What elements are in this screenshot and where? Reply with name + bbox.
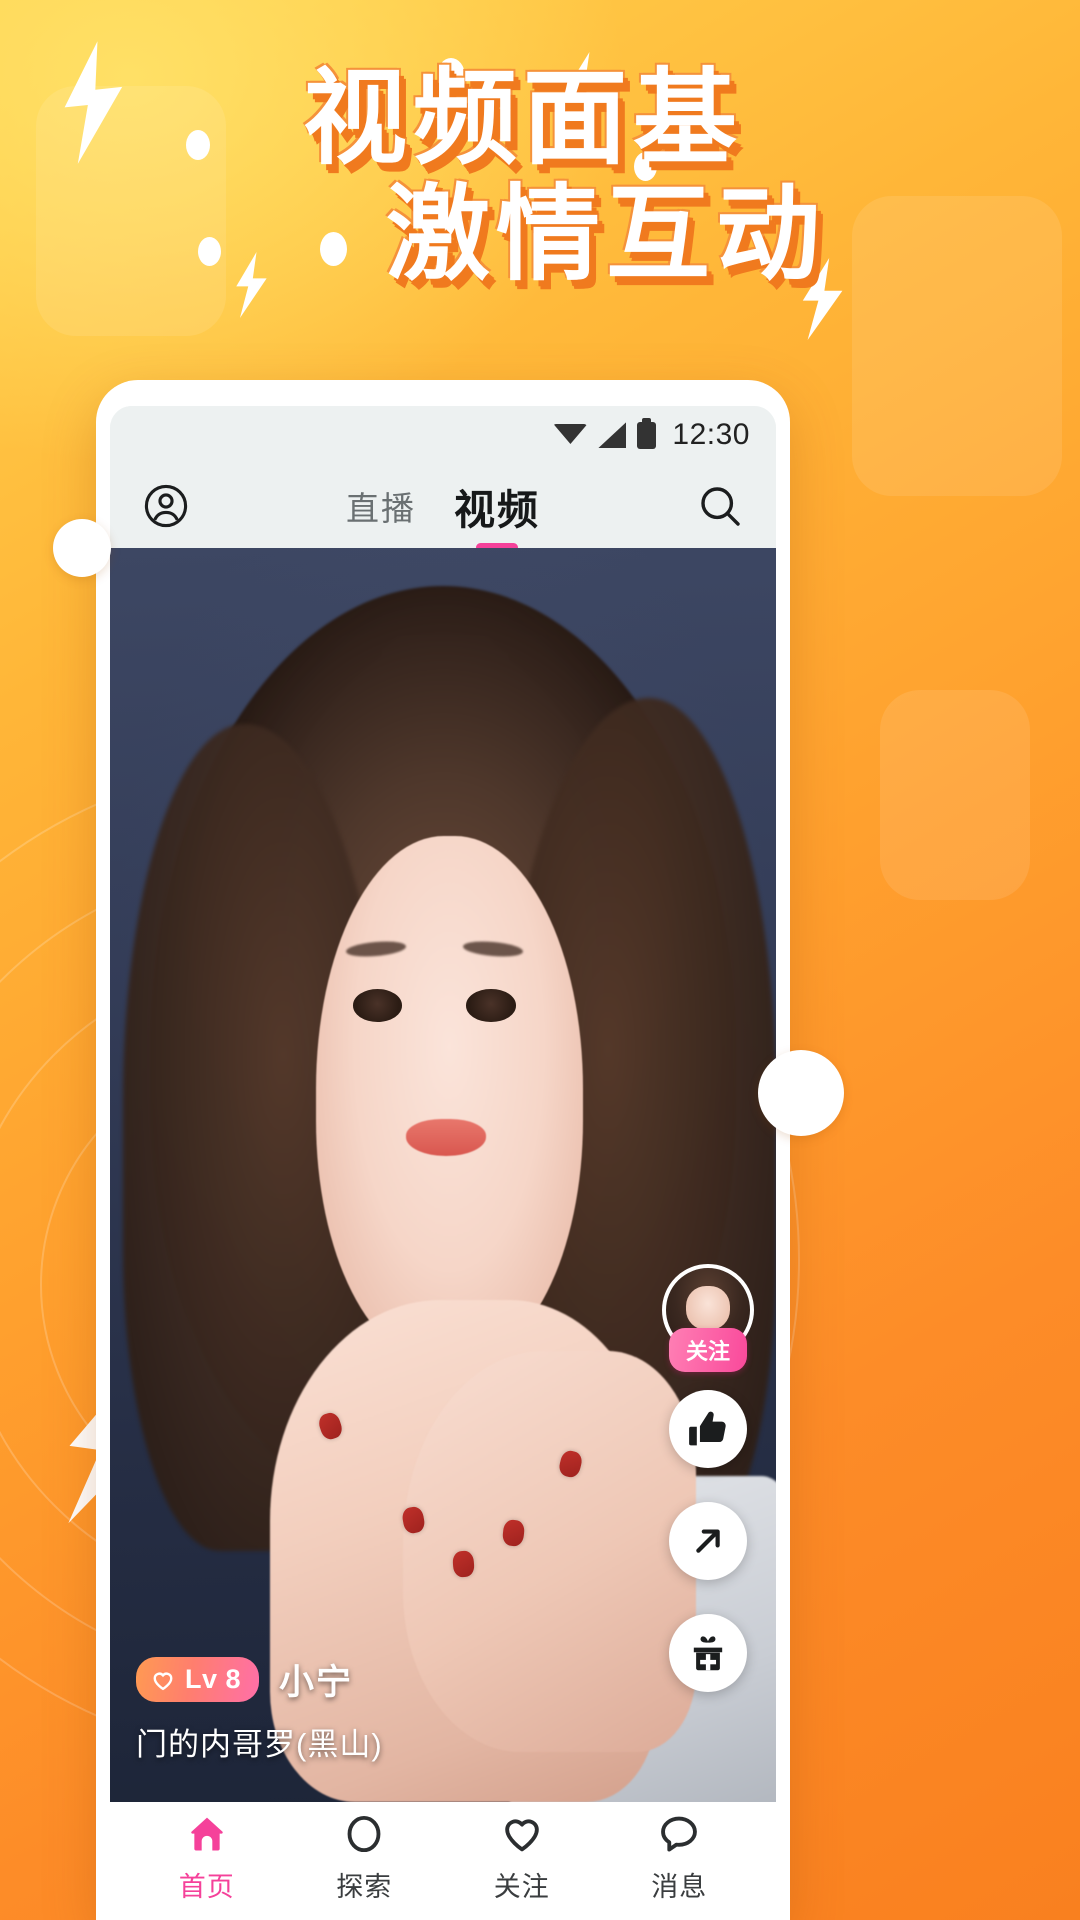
tab-follow-label: 关注	[493, 1872, 550, 1902]
chat-bubble-icon	[661, 1816, 698, 1852]
tab-messages-label: 消息	[651, 1872, 708, 1902]
avatar-face	[686, 1286, 730, 1331]
streamer-name-row: Lv 8 小宁	[136, 1654, 383, 1705]
content-tabs: 直播 视频	[110, 464, 776, 552]
user-circle-icon[interactable]	[138, 478, 194, 534]
status-bar-time: 12:30	[672, 418, 750, 451]
video-player[interactable]: 关注 Lv 8 小宁 门的内哥罗(黑山)	[110, 548, 776, 1802]
tab-video[interactable]: 视频	[454, 476, 540, 552]
headline-line-1: 视频面基	[302, 57, 743, 179]
headline-line-2: 激情互动	[385, 173, 826, 296]
promo-headline: 视频面基 激情互动	[0, 64, 1080, 288]
tab-live[interactable]: 直播	[346, 482, 416, 530]
portrait-eye	[466, 989, 516, 1022]
wifi-icon	[553, 422, 587, 448]
gift-add-icon[interactable]	[669, 1614, 747, 1692]
home-icon	[191, 1817, 223, 1851]
tab-explore[interactable]: 探索	[286, 1812, 444, 1904]
status-bar: 12:30	[110, 406, 776, 464]
streamer-avatar-group[interactable]: 关注	[662, 1264, 754, 1372]
streamer-location: 门的内哥罗(黑山)	[136, 1727, 383, 1762]
tab-live-label: 直播	[346, 490, 416, 527]
tab-messages[interactable]: 消息	[601, 1812, 759, 1904]
streamer-username: 小宁	[279, 1663, 354, 1702]
heart-outline-icon	[504, 1819, 539, 1852]
streamer-info-overlay: Lv 8 小宁 门的内哥罗(黑山)	[136, 1654, 383, 1764]
deco-edge-dot	[53, 519, 111, 577]
tab-video-label: 视频	[454, 487, 540, 533]
deco-square	[880, 690, 1030, 900]
thumbs-up-icon[interactable]	[669, 1390, 747, 1468]
follow-button[interactable]: 关注	[668, 1328, 748, 1372]
tab-home-label: 首页	[178, 1872, 235, 1902]
share-arrow-icon[interactable]	[669, 1502, 747, 1580]
phone-mockup: 12:30 直播 视频 关注 Lv 8 小宁 门的内哥罗(黑山) 首页 探索 关…	[96, 380, 790, 1920]
battery-icon	[637, 417, 657, 449]
tab-follow[interactable]: 关注	[443, 1812, 601, 1904]
status-badge: Lv 8	[136, 1657, 260, 1702]
portrait-face	[316, 836, 583, 1364]
search-icon[interactable]	[692, 478, 748, 534]
portrait-eye	[353, 989, 403, 1022]
heart-icon	[153, 1672, 173, 1690]
video-action-rail: 关注	[662, 1264, 754, 1692]
circle-explore-icon	[347, 1815, 381, 1853]
deco-edge-dot	[758, 1050, 844, 1136]
tab-explore-label: 探索	[336, 1872, 393, 1902]
tab-home[interactable]: 首页	[128, 1812, 286, 1904]
bottom-tab-bar: 首页 探索 关注 消息	[110, 1802, 776, 1920]
phone-screen: 12:30 直播 视频 关注 Lv 8 小宁 门的内哥罗(黑山) 首页 探索 关…	[110, 406, 776, 1920]
level-label: Lv 8	[185, 1664, 242, 1694]
signal-icon	[598, 422, 627, 448]
portrait-hand-second	[403, 1350, 697, 1752]
top-navigation-bar: 直播 视频	[110, 464, 776, 552]
